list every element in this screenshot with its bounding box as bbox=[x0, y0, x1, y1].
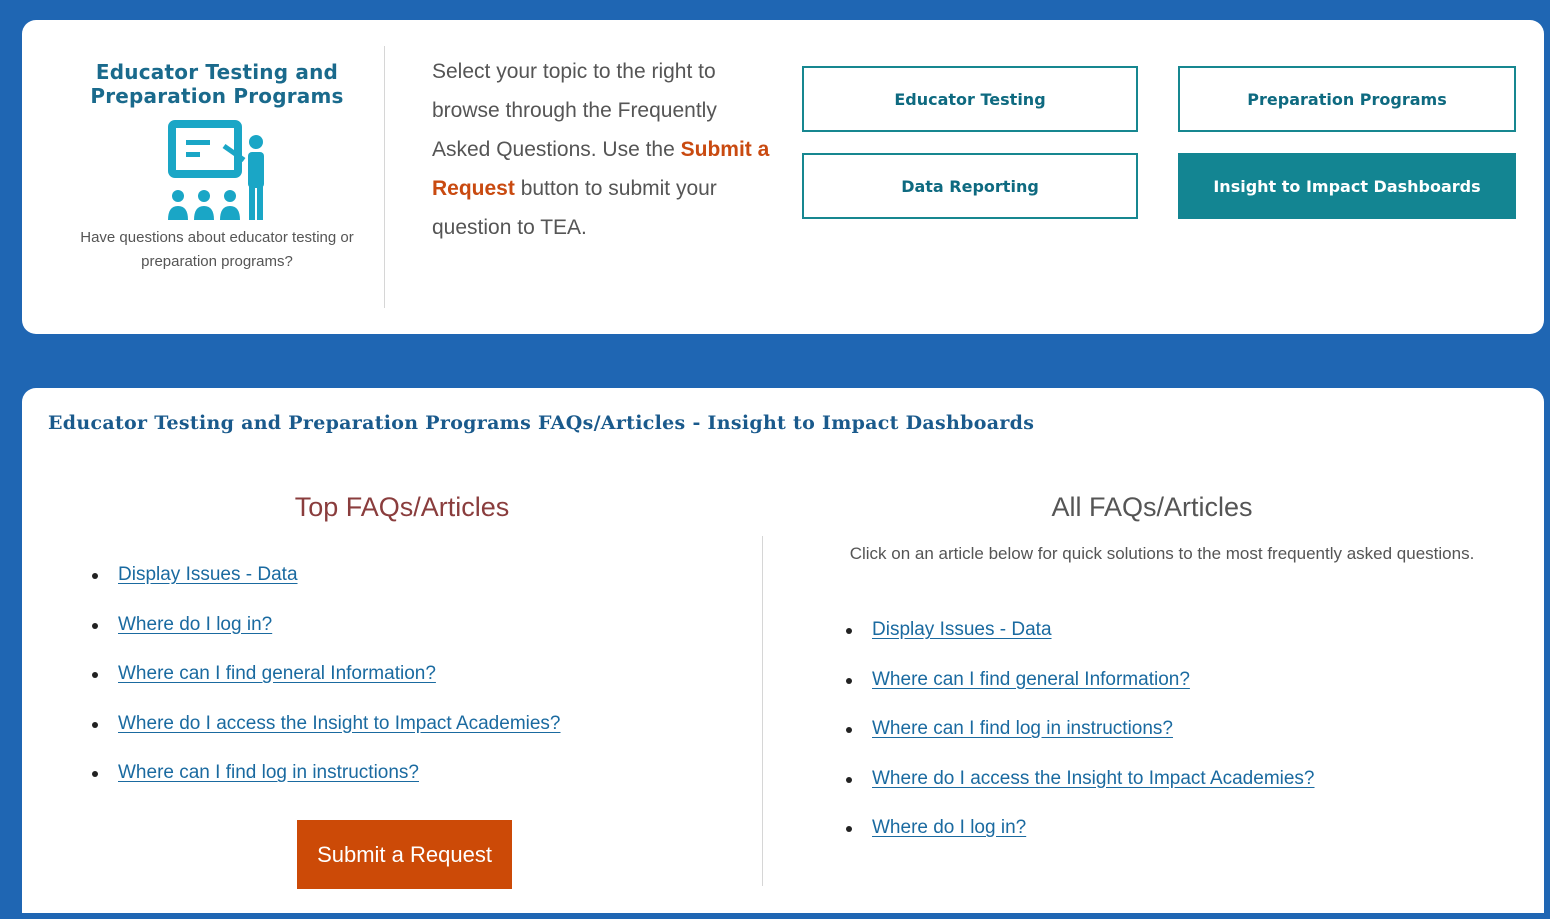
all-faqs-description: Click on an article below for quick solu… bbox=[849, 544, 1475, 563]
brand-subtitle: Have questions about educator testing or… bbox=[80, 229, 354, 270]
section-title: Educator Testing and Preparation Program… bbox=[48, 412, 1035, 434]
brand-title: Educator Testing and Preparation Program… bbox=[90, 60, 344, 108]
list-item: Where can I find general Information? bbox=[846, 669, 1315, 719]
list-item: Where do I access the Insight to Impact … bbox=[92, 713, 561, 763]
list-item: Where can I find log in instructions? bbox=[846, 718, 1315, 768]
faq-link[interactable]: Where do I access the Insight to Impact … bbox=[118, 713, 561, 734]
faq-link[interactable]: Display Issues - Data bbox=[118, 564, 298, 585]
faq-link[interactable]: Where can I find log in instructions? bbox=[872, 718, 1173, 739]
top-faqs-heading: Top FAQs/Articles bbox=[294, 492, 510, 522]
list-item: Where do I access the Insight to Impact … bbox=[846, 768, 1315, 818]
faq-link[interactable]: Where do I log in? bbox=[872, 817, 1026, 838]
faq-link[interactable]: Where can I find general Information? bbox=[118, 663, 436, 684]
faq-link[interactable]: Where do I access the Insight to Impact … bbox=[872, 768, 1315, 789]
topic-button-insight-to-impact-dashboards[interactable]: Insight to Impact Dashboards bbox=[1178, 153, 1516, 219]
list-item: Display Issues - Data bbox=[92, 564, 561, 614]
classroom-teacher-icon bbox=[168, 120, 264, 220]
intro-text-before: Select your topic to the right to browse… bbox=[432, 60, 717, 161]
list-item: Display Issues - Data bbox=[846, 619, 1315, 669]
list-item: Where can I find general Information? bbox=[92, 663, 561, 713]
list-item: Where do I log in? bbox=[846, 817, 1315, 867]
faq-link[interactable]: Where can I find general Information? bbox=[872, 669, 1190, 690]
intro-text: Select your topic to the right to browse… bbox=[432, 52, 772, 247]
submit-request-button[interactable]: Submit a Request bbox=[297, 820, 512, 889]
topic-button-data-reporting[interactable]: Data Reporting bbox=[802, 153, 1138, 219]
topic-button-educator-testing[interactable]: Educator Testing bbox=[802, 66, 1138, 132]
list-item: Where can I find log in instructions? bbox=[92, 762, 561, 812]
topic-selector-card: Educator Testing and Preparation Program… bbox=[22, 20, 1544, 334]
faq-card: Educator Testing and Preparation Program… bbox=[22, 388, 1544, 913]
all-faqs-list: Display Issues - Data Where can I find g… bbox=[846, 619, 1315, 867]
faq-link[interactable]: Where can I find log in instructions? bbox=[118, 762, 419, 783]
divider bbox=[762, 536, 763, 886]
all-faqs-heading: All FAQs/Articles bbox=[1051, 492, 1253, 522]
faq-link[interactable]: Where do I log in? bbox=[118, 614, 272, 635]
topic-button-preparation-programs[interactable]: Preparation Programs bbox=[1178, 66, 1516, 132]
top-faqs-list: Display Issues - Data Where do I log in?… bbox=[92, 564, 561, 812]
faq-link[interactable]: Display Issues - Data bbox=[872, 619, 1052, 640]
list-item: Where do I log in? bbox=[92, 614, 561, 664]
divider bbox=[384, 46, 385, 308]
